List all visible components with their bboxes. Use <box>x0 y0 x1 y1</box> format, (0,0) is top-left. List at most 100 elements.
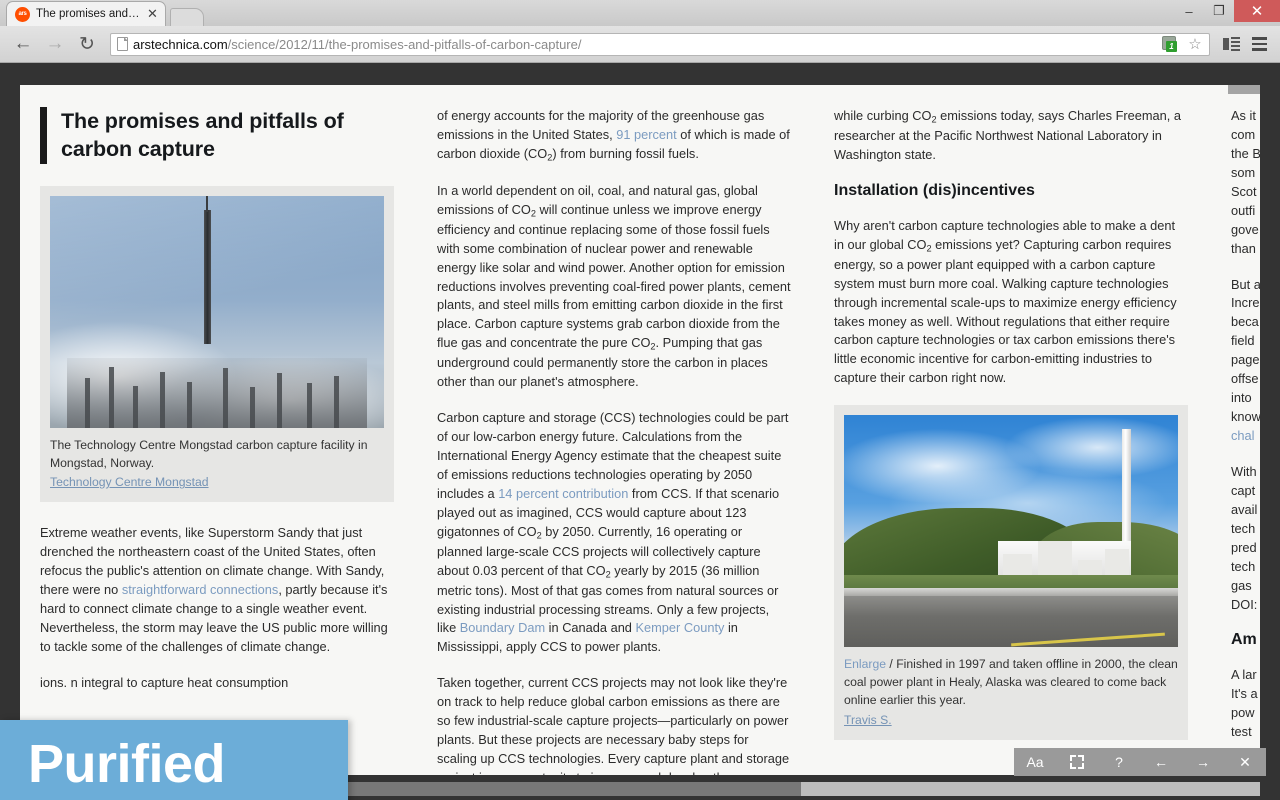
col1-paragraph-1: Extreme weather events, like Superstorm … <box>40 524 394 657</box>
extension-badge-icon[interactable]: 1 <box>1162 35 1180 53</box>
col4-p3-l0: With <box>1231 463 1257 479</box>
col3-paragraph-1: while curbing CO2 emissions today, says … <box>834 108 1181 162</box>
browser-tab[interactable]: ars The promises and pitfalls ✕ <box>6 1 166 26</box>
col2-paragraph-3: Carbon capture and storage (CCS) technol… <box>437 409 791 657</box>
kemper-county-link[interactable]: Kemper County <box>635 620 724 635</box>
healy-photo <box>844 415 1178 648</box>
smokestack-shape <box>1122 429 1132 555</box>
purified-overlay-banner[interactable]: Purified <box>0 720 348 800</box>
col4-p2-l6: into <box>1231 390 1252 406</box>
col4-p1-l6: gove <box>1231 221 1259 237</box>
help-button[interactable]: ? <box>1098 748 1140 776</box>
purified-overlay-label: Purified <box>28 734 226 794</box>
window-close-button[interactable]: ✕ <box>1234 0 1280 22</box>
col4-p1-l4: Scot <box>1231 183 1257 199</box>
url-path: /science/2012/11/the-promises-and-pitfal… <box>227 36 582 52</box>
col4-paragraph-2: But a Incre beca field page offse into k… <box>1231 276 1260 446</box>
forward-button[interactable]: → <box>40 30 70 58</box>
col4-p3-l7: DOI: <box>1231 596 1258 612</box>
col4-p3-l5: tech <box>1231 558 1256 574</box>
col4-p2-l2: beca <box>1231 314 1259 330</box>
extension-badge-count: 1 <box>1166 41 1177 52</box>
refinery-structure-shape <box>66 358 368 428</box>
col4-p4-l1: It's a <box>1231 686 1258 702</box>
figure-healy-image[interactable] <box>844 415 1178 648</box>
next-page-button[interactable]: → <box>1182 748 1224 776</box>
address-bar[interactable]: arstechnica.com/science/2012/11/the-prom… <box>110 32 1210 56</box>
fullscreen-button[interactable] <box>1056 748 1098 776</box>
browser-chrome: ars The promises and pitfalls ✕ – ❐ ✕ ← … <box>0 0 1280 63</box>
col4-p1-l2: the B <box>1231 145 1260 161</box>
figure-healy-caption-text: Finished in 1997 and taken offline in 20… <box>844 657 1178 707</box>
reload-button[interactable]: ↻ <box>72 30 102 58</box>
col4-p1-l7: than <box>1231 240 1256 256</box>
col4-p1-l3: som <box>1231 164 1256 180</box>
col4-paragraph-1: As it com the B som Scot outfi gove than <box>1231 107 1260 259</box>
col4-p3-l1: capt <box>1231 482 1256 498</box>
window-controls: – ❐ ✕ <box>1174 0 1280 26</box>
col4-challenge-link[interactable]: chal <box>1231 428 1254 443</box>
col4-p1-l0: As it <box>1231 108 1256 123</box>
close-reader-button[interactable]: ✕ <box>1224 748 1266 776</box>
url-text: arstechnica.com/science/2012/11/the-prom… <box>133 37 1157 52</box>
article-column-2: of energy accounts for the majority of t… <box>417 107 814 775</box>
figure-healy-separator: / <box>889 657 893 672</box>
enlarge-link[interactable]: Enlarge <box>844 657 886 671</box>
col2-p3-text-c: in Canada and <box>545 620 636 636</box>
reader-lines <box>1230 37 1240 51</box>
col4-p2-l1: Incre <box>1231 295 1260 311</box>
menu-glyph <box>1251 37 1267 51</box>
tab-title: The promises and pitfalls <box>36 8 140 20</box>
page-title: The promises and pitfalls of carbon capt… <box>61 109 344 162</box>
col4-p4-l0: A lar <box>1231 667 1257 683</box>
col4-p1-l1: com <box>1231 126 1256 142</box>
col4-p2-l5: offse <box>1231 371 1259 387</box>
fourteen-percent-contribution-link[interactable]: 14 percent contribution <box>498 486 628 501</box>
viewport-right-mask <box>1260 63 1280 800</box>
figure-healy: Enlarge / Finished in 1997 and taken off… <box>834 405 1188 740</box>
col4-paragraph-4: A lar It's a pow test <box>1231 666 1260 742</box>
col4-p2-l7: know <box>1231 409 1260 425</box>
article-column-1: The promises and pitfalls of carbon capt… <box>20 107 417 775</box>
window-maximize-button[interactable]: ❐ <box>1204 0 1234 22</box>
article-column-4-clipped: As it com the B som Scot outfi gove than… <box>1211 107 1260 775</box>
section-heading-installation-disincentives: Installation (dis)incentives <box>834 181 1035 199</box>
reader-toolbar: Aa ? ← → ✕ <box>1014 748 1266 776</box>
col4-paragraph-3: With capt avail tech pred tech gas DOI: <box>1231 463 1260 615</box>
flare-stack-shape <box>203 195 211 345</box>
previous-page-button[interactable]: ← <box>1140 748 1182 776</box>
figure-healy-credit-link[interactable]: Travis S. <box>844 710 1178 730</box>
straightforward-connections-link[interactable]: straightforward connections <box>122 582 279 597</box>
col4-p4-l2: pow <box>1231 705 1255 721</box>
url-domain: arstechnica.com <box>133 36 228 52</box>
figure-mongstad-caption: The Technology Centre Mongstad carbon ca… <box>50 428 384 492</box>
tab-close-icon[interactable]: ✕ <box>146 7 159 21</box>
vertical-scrollbar-thumb[interactable] <box>1228 85 1260 94</box>
back-button[interactable]: ← <box>8 30 38 58</box>
boundary-dam-link[interactable]: Boundary Dam <box>460 620 545 635</box>
ars-favicon: ars <box>15 6 30 22</box>
bookmark-star-icon[interactable]: ☆ <box>1185 35 1205 53</box>
col2-paragraph-4: Taken together, current CCS projects may… <box>437 675 790 775</box>
ninety-one-percent-link[interactable]: 91 percent <box>616 127 676 142</box>
reader-pane: The promises and pitfalls of carbon capt… <box>20 85 1260 775</box>
navigation-toolbar: ← → ↻ arstechnica.com/science/2012/11/th… <box>0 26 1280 63</box>
col4-p3-l2: avail <box>1231 501 1258 517</box>
figure-mongstad-image[interactable] <box>50 195 384 428</box>
reader-mode-icon[interactable] <box>1218 31 1244 57</box>
reader-glyph <box>1222 37 1240 51</box>
col4-p2-l3: field <box>1231 333 1255 349</box>
figure-mongstad-credit-link[interactable]: Technology Centre Mongstad <box>50 472 384 492</box>
window-minimize-button[interactable]: – <box>1174 0 1204 22</box>
font-size-button[interactable]: Aa <box>1014 748 1056 776</box>
figure-mongstad-caption-text: The Technology Centre Mongstad carbon ca… <box>50 437 368 470</box>
col4-p1-l5: outfi <box>1231 202 1256 218</box>
headline-accent-bar <box>40 107 47 164</box>
col4-p3-l4: pred <box>1231 539 1257 555</box>
page-document-icon <box>117 37 128 51</box>
reader-viewport: The promises and pitfalls of carbon capt… <box>0 63 1280 800</box>
col4-p3-l6: gas <box>1231 577 1252 593</box>
hamburger-menu-icon[interactable] <box>1246 31 1272 57</box>
col1-paragraph-2-fragment: ions. n integral to capture heat consump… <box>40 674 289 690</box>
new-tab-button[interactable] <box>170 8 204 26</box>
